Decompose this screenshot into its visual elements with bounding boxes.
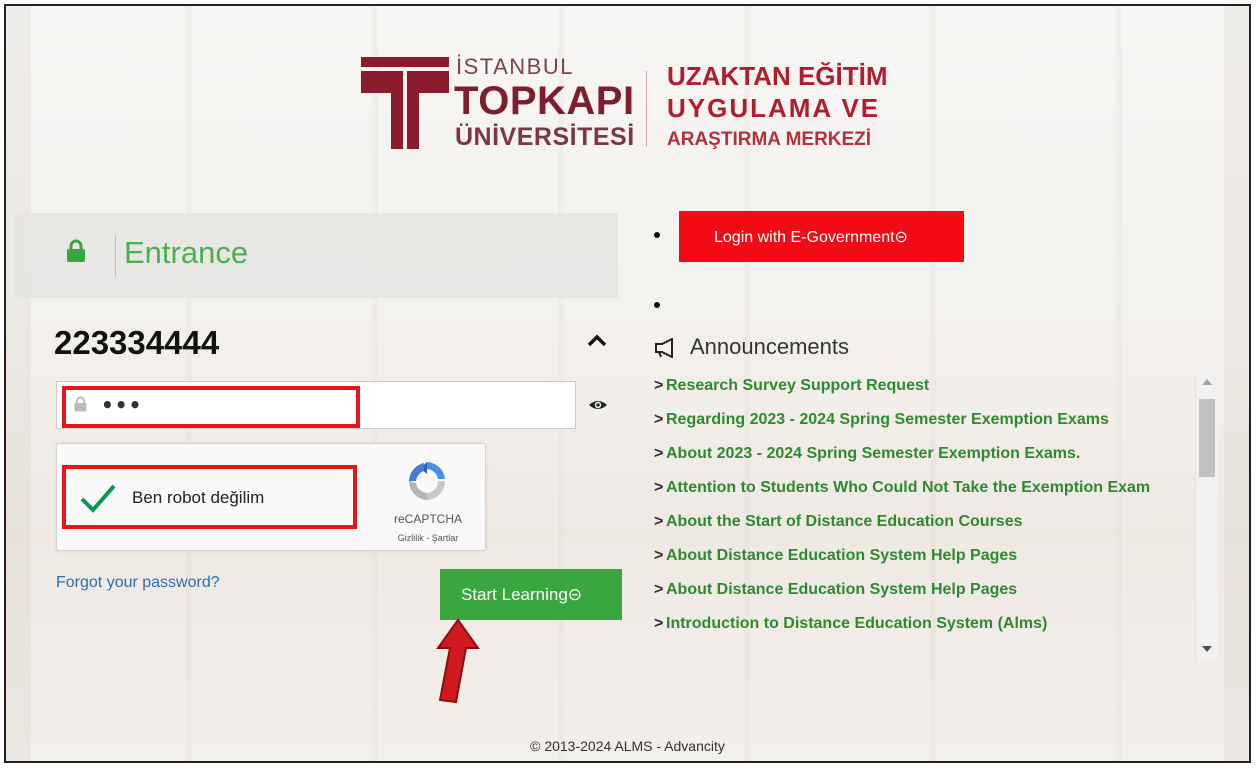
- chevron-up-icon[interactable]: [586, 332, 608, 348]
- announcements-title: Announcements: [690, 334, 849, 359]
- announcement-title: Regarding 2023 - 2024 Spring Semester Ex…: [666, 411, 1109, 428]
- chevron-right-icon: >: [654, 615, 664, 632]
- announcement-title: About Distance Education System Help Pag…: [666, 547, 1018, 564]
- scroll-down-arrow-icon[interactable]: [1202, 646, 1212, 652]
- recaptcha-brand: reCAPTCHA: [393, 512, 462, 526]
- recaptcha-logo-icon: [408, 462, 446, 500]
- center-line-3: ARAŞTIRMA MERKEZİ: [667, 129, 872, 150]
- scroll-thumb[interactable]: [1199, 399, 1215, 477]
- chevron-right-icon: >: [654, 581, 664, 598]
- center-line-2: UYGULAMA VE: [667, 93, 881, 123]
- entrance-separator: [115, 235, 116, 277]
- scroll-up-arrow-icon[interactable]: [1202, 379, 1212, 385]
- announcement-item[interactable]: > Introduction to Distance Education Syst…: [654, 612, 1196, 636]
- announcements-list[interactable]: > Research Survey Support Request > Regard…: [651, 374, 1196, 658]
- forgot-password-link[interactable]: Forgot your password?: [56, 574, 220, 592]
- list-bullet: [654, 232, 660, 238]
- entrance-header: Entrance: [14, 213, 618, 298]
- recaptcha-links[interactable]: Gizlilik - Şartlar: [385, 533, 471, 543]
- username-display: 223334444: [54, 324, 220, 361]
- chevron-right-icon: >: [654, 411, 664, 428]
- announcement-title: Introduction to Distance Education Syste…: [666, 615, 1048, 632]
- announcements-scrollbar[interactable]: [1195, 374, 1218, 661]
- chevron-right-icon: >: [654, 479, 664, 496]
- header-divider: [646, 71, 647, 147]
- megaphone-icon: [655, 338, 673, 358]
- highlight-box-password: [62, 386, 360, 428]
- page-frame: İSTANBUL TOPKAPI ÜNİVERSİTESİ UZAKTAN EĞ…: [4, 4, 1251, 763]
- university-line-2: TOPKAPI: [454, 79, 635, 123]
- chevron-right-icon: >: [654, 445, 664, 462]
- center-line-1: UZAKTAN EĞİTİM: [667, 61, 888, 91]
- university-line-1: İSTANBUL: [456, 54, 574, 79]
- list-bullet: [654, 302, 660, 308]
- eye-icon[interactable]: [588, 397, 608, 413]
- chevron-right-icon: >: [654, 547, 664, 564]
- egov-login-button[interactable]: Login with E-Government⊝: [679, 211, 964, 262]
- university-line-3: ÜNİVERSİTESİ: [455, 123, 635, 151]
- announcement-title: Research Survey Support Request: [666, 377, 930, 394]
- announcement-title: Attention to Students Who Could Not Take…: [666, 479, 1151, 496]
- announcement-title: About the Start of Distance Education Co…: [666, 513, 1023, 530]
- highlight-box-captcha: [62, 465, 357, 529]
- footer-copyright: © 2013-2024 ALMS - Advancity: [530, 738, 725, 754]
- announcement-item[interactable]: > About the Start of Distance Education C…: [654, 510, 1196, 534]
- announcement-item[interactable]: > About Distance Education System Help Pa…: [654, 544, 1196, 568]
- university-logo-icon: [361, 57, 449, 149]
- chevron-right-icon: >: [654, 513, 664, 530]
- announcement-item[interactable]: > Attention to Students Who Could Not Tak…: [654, 476, 1196, 500]
- lock-icon: [67, 239, 85, 262]
- header-logo: İSTANBUL TOPKAPI ÜNİVERSİTESİ UZAKTAN EĞ…: [361, 51, 906, 161]
- announcement-title: About 2023 - 2024 Spring Semester Exempt…: [666, 445, 1081, 462]
- announcement-item[interactable]: > About 2023 - 2024 Spring Semester Exemp…: [654, 442, 1196, 466]
- announcement-item[interactable]: > Research Survey Support Request: [654, 374, 1196, 398]
- announcement-item[interactable]: > Regarding 2023 - 2024 Spring Semester E…: [654, 408, 1196, 432]
- start-learning-button[interactable]: Start Learning⊝: [440, 569, 622, 620]
- red-arrow-annotation: [436, 618, 480, 704]
- announcement-item[interactable]: > About Distance Education System Help Pa…: [654, 578, 1196, 602]
- chevron-right-icon: >: [654, 377, 664, 394]
- announcement-title: About Distance Education System Help Pag…: [666, 581, 1018, 598]
- entrance-title: Entrance: [124, 235, 249, 270]
